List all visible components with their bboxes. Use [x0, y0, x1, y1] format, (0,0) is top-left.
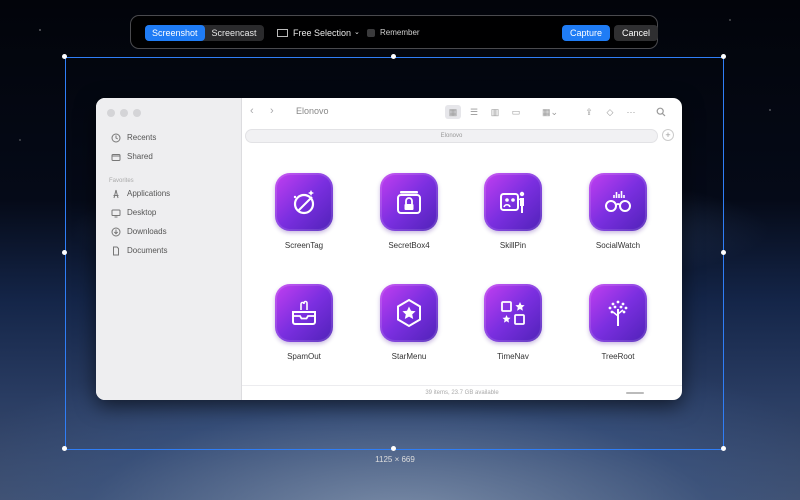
- mode-segmented-control: Screenshot Screencast: [145, 25, 264, 41]
- selection-mode-label: Free Selection: [293, 28, 352, 38]
- selection-rect-icon: [277, 29, 288, 37]
- resize-handle-bottom-right[interactable]: [721, 446, 726, 451]
- remember-checkbox[interactable]: Remember: [367, 25, 420, 41]
- resize-handle-left[interactable]: [62, 250, 67, 255]
- capture-button[interactable]: Capture: [562, 25, 611, 41]
- resize-handle-top-right[interactable]: [721, 54, 726, 59]
- selection-mode-dropdown[interactable]: Free Selection ⌄: [277, 25, 360, 41]
- resize-handle-top[interactable]: [391, 54, 396, 59]
- screenshot-tab[interactable]: Screenshot: [145, 25, 205, 41]
- resize-handle-top-left[interactable]: [62, 54, 67, 59]
- selection-size-label: 1125 × 669: [375, 455, 415, 464]
- remember-label: Remember: [380, 28, 420, 37]
- cancel-button[interactable]: Cancel: [614, 25, 659, 41]
- resize-handle-bottom[interactable]: [391, 446, 396, 451]
- selection-rectangle[interactable]: [65, 57, 724, 450]
- chevron-down-icon: ⌄: [354, 29, 360, 36]
- resize-handle-right[interactable]: [721, 250, 726, 255]
- checkbox-box: [367, 29, 375, 37]
- capture-toolbar: Screenshot Screencast Free Selection ⌄ R…: [130, 15, 659, 49]
- resize-handle-bottom-left[interactable]: [62, 446, 67, 451]
- screencast-tab[interactable]: Screencast: [205, 25, 264, 41]
